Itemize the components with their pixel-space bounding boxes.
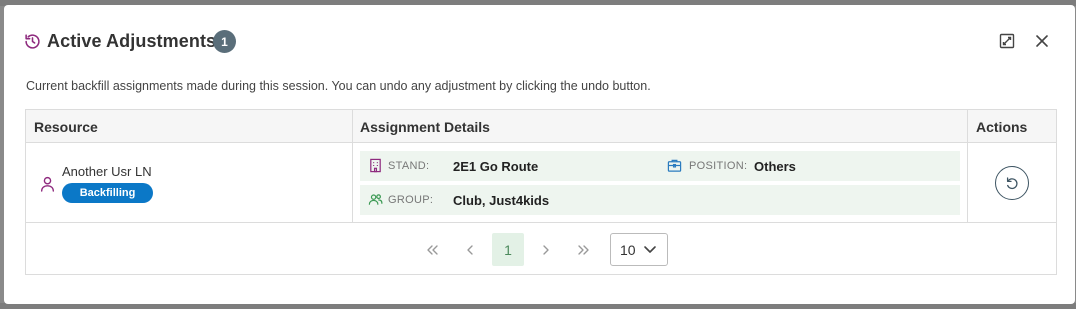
expand-icon [999, 33, 1015, 49]
expand-button[interactable] [996, 30, 1018, 52]
undo-icon [1006, 177, 1018, 190]
column-header-actions: Actions [976, 118, 1028, 135]
double-chevron-right-icon [578, 244, 589, 255]
dialog-header: Active Adjustments 1 [4, 5, 1075, 75]
close-button[interactable] [1031, 30, 1053, 52]
user-icon [40, 176, 55, 192]
page-size-select[interactable]: 10 [610, 233, 668, 266]
position-value: Others [754, 159, 796, 174]
next-page-button[interactable] [530, 233, 562, 266]
dialog-title: Active Adjustments [47, 31, 217, 51]
count-badge: 1 [213, 30, 236, 53]
last-page-button[interactable] [568, 233, 600, 266]
pagination: 1 10 [26, 224, 1056, 276]
page-number-current[interactable]: 1 [492, 233, 524, 266]
double-chevron-left-icon [427, 244, 438, 255]
first-page-button[interactable] [416, 233, 448, 266]
users-icon [368, 194, 383, 205]
column-header-resource: Resource [34, 118, 98, 135]
adjustments-table: Resource Assignment Details Actions Anot… [25, 109, 1057, 275]
chevron-left-icon [467, 244, 473, 255]
dialog-description: Current backfill assignments made during… [26, 79, 651, 93]
table-header: Resource Assignment Details Actions [26, 110, 1056, 143]
history-icon [25, 34, 40, 49]
page-size-value: 10 [620, 241, 636, 258]
building-icon [370, 158, 381, 173]
stand-label: STAND: [388, 160, 430, 172]
undo-button[interactable] [995, 166, 1029, 200]
resource-name: Another Usr LN [62, 164, 152, 179]
position-label: POSITION: [689, 160, 748, 172]
close-icon [1036, 35, 1048, 47]
chevron-right-icon [543, 244, 549, 255]
group-value: Club, Just4kids [453, 193, 550, 208]
stand-value: 2E1 Go Route [453, 159, 539, 174]
detail-band-stand-position: STAND: 2E1 Go Route POSITION: Others [360, 151, 960, 181]
active-adjustments-dialog: Active Adjustments 1 Current backfill as… [4, 5, 1075, 304]
table-row: Another Usr LN Backfilling STAND: 2E1 Go… [26, 143, 1056, 223]
status-badge: Backfilling [62, 183, 153, 203]
detail-band-group: GROUP: Club, Just4kids [360, 185, 960, 215]
group-label: GROUP: [388, 194, 434, 206]
briefcase-icon [667, 159, 682, 172]
previous-page-button[interactable] [454, 233, 486, 266]
column-header-assignment-details: Assignment Details [360, 118, 490, 135]
chevron-down-icon [644, 246, 656, 253]
